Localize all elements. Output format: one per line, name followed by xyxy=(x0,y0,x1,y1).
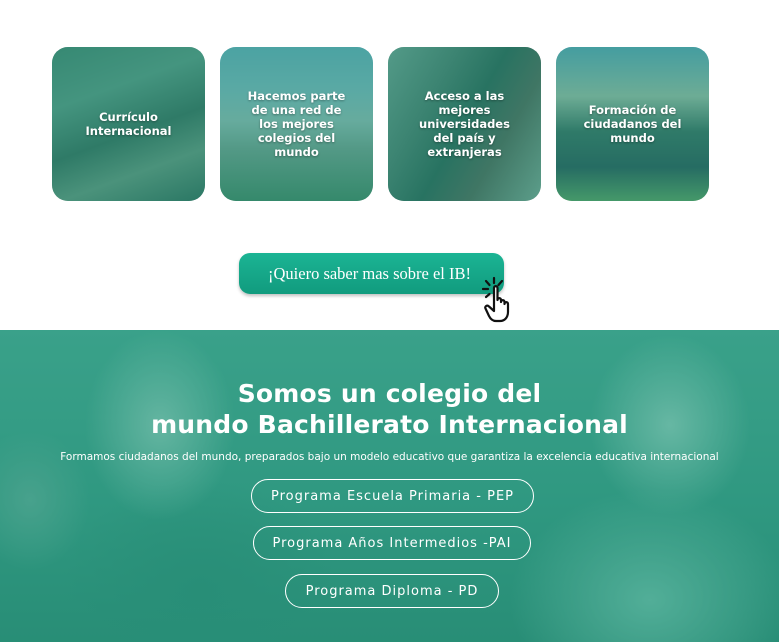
feature-card-school-network[interactable]: Hacemos parte de una red de los mejores … xyxy=(220,47,373,201)
card-label: Formación de ciudadanos del mundo xyxy=(583,103,682,145)
program-pep-button[interactable]: Programa Escuela Primaria - PEP xyxy=(251,479,534,513)
card-label: Acceso a las mejores universidades del p… xyxy=(419,89,510,159)
learn-more-ib-button[interactable]: ¡Quiero saber mas sobre el IB! xyxy=(239,253,504,294)
program-pd-button[interactable]: Programa Diploma - PD xyxy=(285,574,499,608)
card-label: Hacemos parte de una red de los mejores … xyxy=(247,89,346,159)
feature-card-international-curriculum[interactable]: Currículo Internacional xyxy=(52,47,205,201)
hero-title: Somos un colegio del mundo Bachillerato … xyxy=(151,379,628,439)
program-pai-button[interactable]: Programa Años Intermedios -PAI xyxy=(253,526,531,560)
pointer-hand-click-icon xyxy=(482,276,510,323)
feature-cards: Currículo Internacional Hacemos parte de… xyxy=(52,47,709,201)
card-label: Currículo Internacional xyxy=(85,110,172,138)
page: Currículo Internacional Hacemos parte de… xyxy=(0,0,779,642)
feature-card-university-access[interactable]: Acceso a las mejores universidades del p… xyxy=(388,47,541,201)
feature-card-world-citizens[interactable]: Formación de ciudadanos del mundo xyxy=(556,47,709,201)
hero-subtitle: Formamos ciudadanos del mundo, preparado… xyxy=(60,451,719,463)
ib-hero-section: Somos un colegio del mundo Bachillerato … xyxy=(0,330,779,642)
